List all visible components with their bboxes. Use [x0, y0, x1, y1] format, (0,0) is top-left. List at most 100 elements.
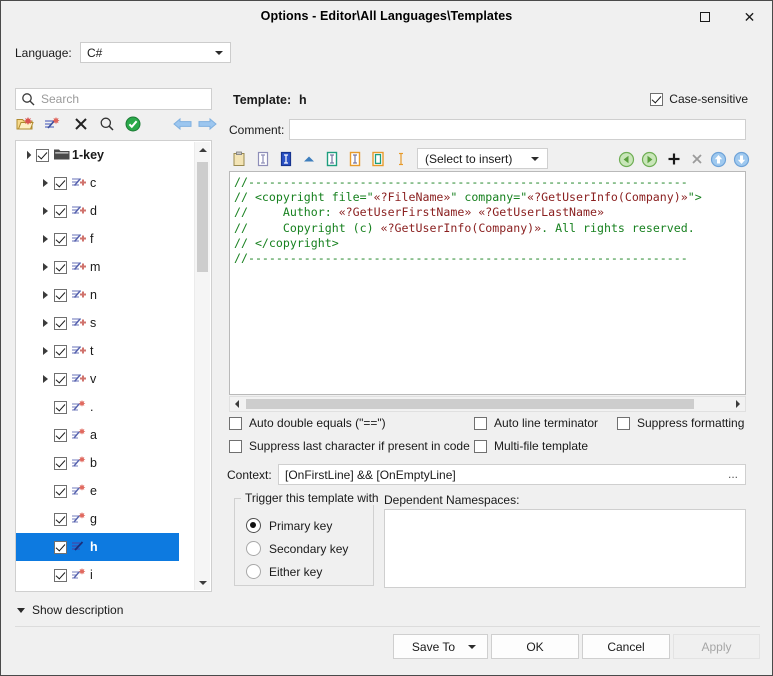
tree-item-checkbox[interactable]: [54, 512, 67, 526]
tree-row[interactable]: .: [16, 393, 179, 421]
tree-row[interactable]: h: [16, 533, 179, 561]
search-input[interactable]: Search: [15, 88, 212, 110]
option-auto-double-equals[interactable]: Auto double equals ("=="): [229, 416, 386, 430]
option-auto-line-terminator[interactable]: Auto line terminator: [474, 416, 598, 430]
template-code-editor[interactable]: //--------------------------------------…: [229, 171, 746, 395]
chevron-right-icon[interactable]: [38, 344, 52, 358]
tree-item-checkbox[interactable]: [36, 148, 49, 162]
scroll-down-button[interactable]: [195, 575, 210, 590]
radio-secondary-key[interactable]: Secondary key: [246, 541, 348, 556]
option-suppress-formatting[interactable]: Suppress formatting: [617, 416, 744, 430]
chevron-right-icon[interactable]: [38, 288, 52, 302]
new-template-icon[interactable]: [43, 114, 63, 134]
green-field-icon[interactable]: [322, 149, 342, 169]
tree-row[interactable]: g: [16, 505, 179, 533]
collapse-up-icon[interactable]: [299, 149, 319, 169]
tree-row[interactable]: f: [16, 225, 179, 253]
tree-item-checkbox[interactable]: [54, 288, 67, 302]
templates-tree[interactable]: 1-key c d f m n s t v. a b e g h i: [15, 140, 212, 592]
insert-dropdown[interactable]: (Select to insert): [417, 148, 548, 169]
save-to-button[interactable]: Save To: [393, 634, 488, 659]
hscroll-thumb[interactable]: [246, 399, 694, 409]
tree-row[interactable]: t: [16, 337, 179, 365]
chevron-right-icon[interactable]: [38, 372, 52, 386]
remove-variable-icon[interactable]: [687, 149, 707, 169]
tree-row[interactable]: m: [16, 253, 179, 281]
tree-item-checkbox[interactable]: [54, 176, 67, 190]
cancel-button[interactable]: Cancel: [582, 634, 670, 659]
tree-row[interactable]: n: [16, 281, 179, 309]
ok-button[interactable]: OK: [491, 634, 579, 659]
tree-item-checkbox[interactable]: [54, 344, 67, 358]
language-select[interactable]: C#: [80, 42, 231, 63]
scroll-up-button[interactable]: [195, 142, 210, 157]
add-variable-icon[interactable]: [664, 149, 684, 169]
previous-hotspot-icon[interactable]: [616, 149, 636, 169]
caret-marker-icon[interactable]: [391, 149, 411, 169]
close-button[interactable]: ✕: [727, 1, 772, 32]
tree-row[interactable]: v: [16, 365, 179, 393]
option-suppress-last-character[interactable]: Suppress last character if present in co…: [229, 439, 470, 453]
tree-item-checkbox[interactable]: [54, 484, 67, 498]
apply-button[interactable]: Apply: [673, 634, 760, 659]
move-left-icon[interactable]: [173, 114, 193, 134]
context-input[interactable]: [OnFirstLine] && [OnEmptyLine] ...: [278, 464, 746, 485]
tree-row[interactable]: d: [16, 197, 179, 225]
chevron-right-icon[interactable]: [38, 232, 52, 246]
tree-row[interactable]: b: [16, 449, 179, 477]
scroll-thumb[interactable]: [197, 162, 208, 272]
context-label: Context:: [227, 468, 272, 482]
tree-item-checkbox[interactable]: [54, 204, 67, 218]
apply-check-icon[interactable]: [123, 114, 143, 134]
radio-either-key[interactable]: Either key: [246, 564, 322, 579]
tree-item-checkbox[interactable]: [54, 428, 67, 442]
comment-input[interactable]: [289, 119, 746, 140]
tree-item-checkbox[interactable]: [54, 372, 67, 386]
delete-icon[interactable]: [71, 114, 91, 134]
new-folder-icon[interactable]: [15, 114, 35, 134]
tree-item-checkbox[interactable]: [54, 540, 67, 554]
tree-item-checkbox[interactable]: [54, 316, 67, 330]
clipboard-icon[interactable]: [229, 149, 249, 169]
tree-row[interactable]: 1-key: [16, 141, 179, 169]
move-right-icon[interactable]: [197, 114, 217, 134]
tree-row[interactable]: s: [16, 309, 179, 337]
dependent-namespaces-input[interactable]: [384, 509, 746, 588]
chevron-right-icon[interactable]: [38, 260, 52, 274]
tree-row[interactable]: e: [16, 477, 179, 505]
tree-scrollbar[interactable]: [194, 142, 210, 590]
chevron-right-icon[interactable]: [38, 176, 52, 190]
template-group-icon: [71, 231, 89, 247]
tree-row[interactable]: a: [16, 421, 179, 449]
show-description-toggle[interactable]: Show description: [17, 603, 123, 617]
insert-variable-icon[interactable]: [253, 149, 273, 169]
scroll-right-button[interactable]: [731, 397, 745, 411]
scroll-left-button[interactable]: [230, 397, 244, 411]
option-multi-file-template[interactable]: Multi-file template: [474, 439, 588, 453]
chevron-down-icon[interactable]: [20, 148, 34, 162]
orange-green-field-icon[interactable]: [368, 149, 388, 169]
context-browse-button[interactable]: ...: [728, 467, 738, 481]
tree-row[interactable]: c: [16, 169, 179, 197]
case-sensitive-checkbox[interactable]: Case-sensitive: [650, 92, 748, 106]
move-up-icon[interactable]: [708, 149, 728, 169]
code-placeholder: «?FileName»: [373, 190, 451, 205]
option-label: Multi-file template: [494, 439, 589, 453]
tree-item-checkbox[interactable]: [54, 568, 67, 582]
find-icon[interactable]: [97, 114, 117, 134]
move-down-icon[interactable]: [731, 149, 751, 169]
tree-item-checkbox[interactable]: [54, 260, 67, 274]
radio-primary-key[interactable]: Primary key: [246, 518, 332, 533]
chevron-right-icon[interactable]: [38, 204, 52, 218]
insert-variable-filled-icon[interactable]: [276, 149, 296, 169]
next-hotspot-icon[interactable]: [639, 149, 659, 169]
chevron-right-icon[interactable]: [38, 316, 52, 330]
orange-field-icon[interactable]: [345, 149, 365, 169]
editor-hscrollbar[interactable]: [229, 396, 746, 412]
tree-item-checkbox[interactable]: [54, 400, 67, 414]
tree-item-checkbox[interactable]: [54, 232, 67, 246]
tree-item-checkbox[interactable]: [54, 456, 67, 470]
radio-label: Either key: [269, 564, 323, 579]
maximize-button[interactable]: [682, 1, 727, 32]
tree-row[interactable]: i: [16, 561, 179, 589]
